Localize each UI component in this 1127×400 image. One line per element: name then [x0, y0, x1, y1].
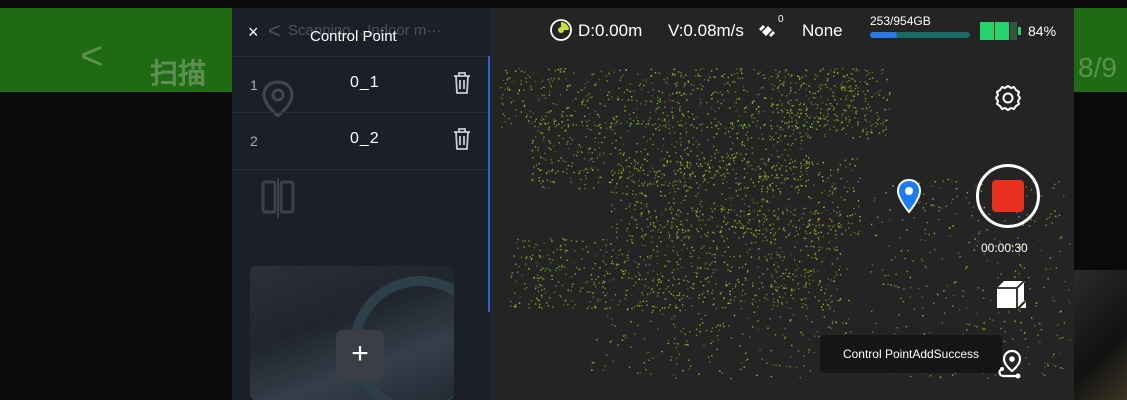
close-button[interactable]: × [248, 22, 259, 42]
trash-icon[interactable] [452, 71, 472, 95]
storage-bar-fill [870, 32, 897, 38]
ghost-back-icon: < [268, 18, 281, 43]
settings-gear-icon[interactable] [994, 84, 1022, 112]
battery-percent: 84% [1028, 23, 1057, 39]
battery-icon [980, 22, 1021, 40]
distance-value: D:0.00m [578, 21, 643, 40]
status-bar: D:0.00m V:0.08m/s 0 None 253/954GB 84% [490, 8, 1074, 52]
satellite-count: 0 [778, 14, 784, 25]
trash-icon[interactable] [452, 127, 472, 151]
background-right-text: 8/9 [1078, 52, 1117, 83]
location-pin-icon[interactable] [897, 179, 921, 215]
recording-timer: 00:00:30 [981, 241, 1028, 255]
battery-segment [987, 22, 995, 40]
panel-header: < Scanning... Indoor m··· × Control Poin… [232, 8, 490, 56]
control-point-index: 2 [250, 133, 258, 149]
storage-bar [870, 32, 970, 38]
panel-title: Control Point [310, 28, 397, 45]
background-back-icon: < [80, 34, 104, 78]
background-title: 扫描 [150, 58, 207, 89]
control-point-item[interactable]: 1 0_1 [232, 56, 490, 113]
toast-message: Control PointAddSuccess [820, 335, 1002, 373]
distance-icon [550, 19, 572, 41]
panel-divider [488, 56, 490, 312]
record-stop-icon [992, 180, 1024, 212]
ghost-split-icon [261, 178, 295, 218]
control-point-index: 1 [250, 77, 258, 93]
record-stop-button[interactable] [976, 164, 1040, 228]
add-control-point-button[interactable]: + [336, 330, 384, 380]
cube-view-icon[interactable] [994, 278, 1028, 312]
battery-tip [1018, 27, 1021, 35]
scanner-screen: Control PointAddSuccess < Scanning... In… [232, 8, 1074, 400]
control-point-name: 0_2 [350, 130, 380, 147]
control-point-item[interactable]: 2 0_2 [232, 112, 490, 170]
control-point-panel: < Scanning... Indoor m··· × Control Poin… [232, 8, 492, 400]
battery-segment [1009, 22, 1017, 40]
battery-segment [980, 22, 987, 40]
storage-text: 253/954GB [870, 14, 931, 28]
battery-segment [1002, 22, 1010, 40]
rtk-status: None [802, 21, 843, 40]
route-pin-icon[interactable] [996, 349, 1024, 379]
background-image-strip [1074, 270, 1127, 400]
satellite-icon [759, 25, 775, 37]
velocity-value: V:0.08m/s [668, 21, 744, 40]
battery-segment [994, 22, 1002, 40]
control-point-name: 0_1 [350, 74, 380, 91]
